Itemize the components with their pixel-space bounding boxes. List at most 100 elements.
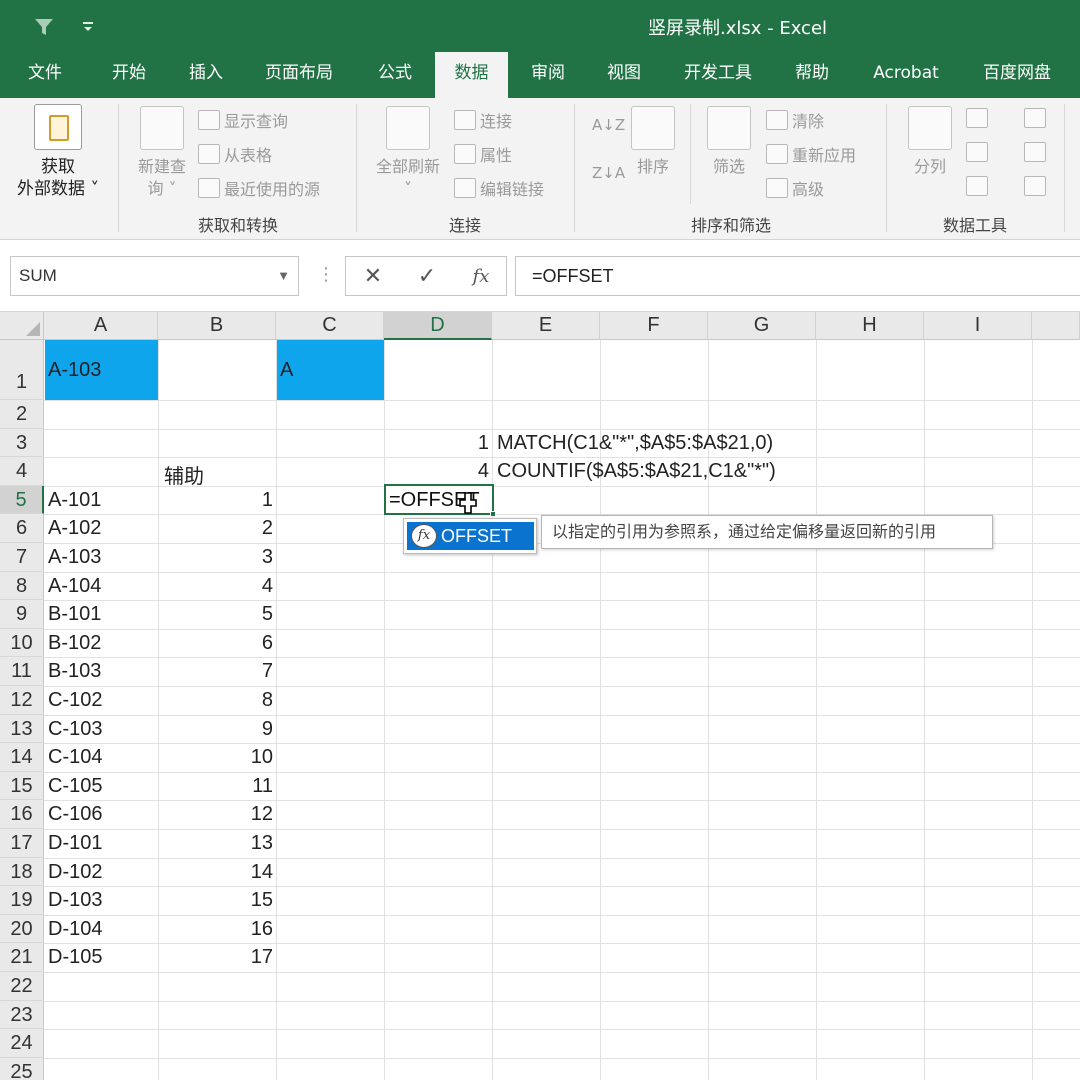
select-all-button[interactable] [0, 312, 44, 340]
row-header-2[interactable]: 2 [0, 400, 44, 429]
cell-a17[interactable]: D-101 [48, 832, 102, 855]
column-header-f[interactable]: F [600, 312, 708, 340]
cell-e4[interactable]: COUNTIF($A$5:$A$21,C1&"*") [497, 460, 776, 483]
cell-a8[interactable]: A-104 [48, 575, 101, 598]
cell-a9[interactable]: B-101 [48, 603, 101, 626]
row-header-19[interactable]: 19 [0, 886, 44, 915]
tab-file[interactable]: 文件 [10, 52, 80, 98]
row-header-23[interactable]: 23 [0, 1000, 44, 1030]
edit-links-button[interactable]: 编辑链接 [454, 176, 544, 200]
row-header-8[interactable]: 8 [0, 571, 44, 601]
cell-b4[interactable]: 辅助 [164, 460, 204, 489]
cell-a7[interactable]: A-103 [48, 546, 101, 569]
cell-a20[interactable]: D-104 [48, 918, 102, 941]
row-header-11[interactable]: 11 [0, 657, 44, 686]
flash-fill-icon[interactable] [966, 108, 988, 128]
cell-a15[interactable]: C-105 [48, 775, 102, 798]
tab-home[interactable]: 开始 [92, 52, 166, 98]
customize-qat-icon[interactable] [68, 10, 108, 44]
cell-b6[interactable]: 2 [158, 517, 273, 540]
fill-handle[interactable] [490, 511, 496, 517]
cell-b17[interactable]: 13 [158, 832, 273, 855]
data-model-icon[interactable] [1024, 176, 1046, 196]
column-header-e[interactable]: E [492, 312, 600, 340]
row-header-17[interactable]: 17 [0, 829, 44, 858]
cancel-icon[interactable]: ✕ [358, 263, 388, 291]
cell-a13[interactable]: C-103 [48, 718, 102, 741]
recent-sources-button[interactable]: 最近使用的源 [198, 176, 320, 200]
cell-b21[interactable]: 17 [158, 946, 273, 969]
column-header-c[interactable]: C [276, 312, 384, 340]
row-header-14[interactable]: 14 [0, 743, 44, 772]
cell-e3[interactable]: MATCH(C1&"*",$A$5:$A$21,0) [497, 432, 773, 455]
cell-b7[interactable]: 3 [158, 546, 273, 569]
new-query-button[interactable]: 新建查 询 ˅ [128, 106, 196, 200]
column-header-d[interactable]: D [384, 312, 492, 340]
cell-a1[interactable]: A-103 [48, 359, 101, 382]
cell-a10[interactable]: B-102 [48, 632, 101, 655]
tab-developer[interactable]: 开发工具 [668, 52, 768, 98]
sort-za-icon[interactable]: Z↓A [592, 164, 625, 182]
cell-a16[interactable]: C-106 [48, 803, 102, 826]
clear-filter-button[interactable]: 清除 [766, 108, 824, 132]
cell-b14[interactable]: 10 [158, 746, 273, 769]
cell-d4[interactable]: 4 [384, 460, 489, 483]
row-header-3[interactable]: 3 [0, 428, 44, 458]
properties-button[interactable]: 属性 [454, 142, 512, 166]
row-header-22[interactable]: 22 [0, 972, 44, 1001]
relationships-icon[interactable] [1024, 142, 1046, 162]
cell-a21[interactable]: D-105 [48, 946, 102, 969]
cell-b15[interactable]: 11 [158, 775, 273, 798]
tab-page-layout[interactable]: 页面布局 [250, 52, 348, 98]
row-header-1[interactable]: 1 [0, 340, 44, 400]
row-header-10[interactable]: 10 [0, 628, 44, 658]
row-header-13[interactable]: 13 [0, 714, 44, 744]
formula-input[interactable]: =OFFSET [515, 256, 1080, 296]
row-header-15[interactable]: 15 [0, 771, 44, 801]
cell-a6[interactable]: A-102 [48, 517, 101, 540]
tab-review[interactable]: 审阅 [512, 52, 584, 98]
tab-view[interactable]: 视图 [588, 52, 660, 98]
row-header-21[interactable]: 21 [0, 943, 44, 972]
row-header-18[interactable]: 18 [0, 857, 44, 887]
cell-a12[interactable]: C-102 [48, 689, 102, 712]
cell-b13[interactable]: 9 [158, 718, 273, 741]
cell-b11[interactable]: 7 [158, 660, 273, 683]
worksheet-grid[interactable]: A B C D E F G H I 1 2 3 4 5 6 7 8 9 10 11 12 13 14 15… [0, 312, 1080, 1080]
cell-b16[interactable]: 12 [158, 803, 273, 826]
advanced-filter-button[interactable]: 高级 [766, 176, 824, 200]
cell-a18[interactable]: D-102 [48, 861, 102, 884]
refresh-all-button[interactable]: 全部刷新 ˅ [368, 106, 448, 200]
enter-icon[interactable]: ✓ [412, 263, 442, 291]
row-header-24[interactable]: 24 [0, 1029, 44, 1058]
row-header-12[interactable]: 12 [0, 686, 44, 715]
from-table-button[interactable]: 从表格 [198, 142, 272, 166]
remove-duplicates-icon[interactable] [966, 142, 988, 162]
filter-button[interactable]: 筛选 [700, 106, 758, 178]
reapply-button[interactable]: 重新应用 [766, 142, 856, 166]
cell-b20[interactable]: 16 [158, 918, 273, 941]
row-header-9[interactable]: 9 [0, 600, 44, 629]
row-header-20[interactable]: 20 [0, 914, 44, 944]
cell-b10[interactable]: 6 [158, 632, 273, 655]
row-header-25[interactable]: 25 [0, 1057, 44, 1080]
cell-b5[interactable]: 1 [158, 489, 273, 512]
show-queries-button[interactable]: 显示查询 [198, 108, 288, 132]
column-header-h[interactable]: H [816, 312, 924, 340]
column-header-j[interactable] [1032, 312, 1080, 340]
column-header-b[interactable]: B [158, 312, 276, 340]
get-external-data-button[interactable]: 获取 外部数据 ˅ [10, 104, 106, 200]
cell-d3[interactable]: 1 [384, 432, 489, 455]
column-header-g[interactable]: G [708, 312, 816, 340]
cell-a14[interactable]: C-104 [48, 746, 102, 769]
tab-help[interactable]: 帮助 [776, 52, 848, 98]
cell-a19[interactable]: D-103 [48, 889, 102, 912]
cell-b9[interactable]: 5 [158, 603, 273, 626]
tab-acrobat[interactable]: Acrobat [860, 52, 952, 98]
text-to-columns-button[interactable]: 分列 [900, 106, 960, 178]
column-header-a[interactable]: A [44, 312, 158, 340]
chevron-down-icon[interactable]: ▼ [277, 257, 290, 295]
splitter-handle-icon[interactable]: ⋮ [317, 264, 335, 285]
cell-b18[interactable]: 14 [158, 861, 273, 884]
cell-c1[interactable]: A [280, 359, 293, 382]
